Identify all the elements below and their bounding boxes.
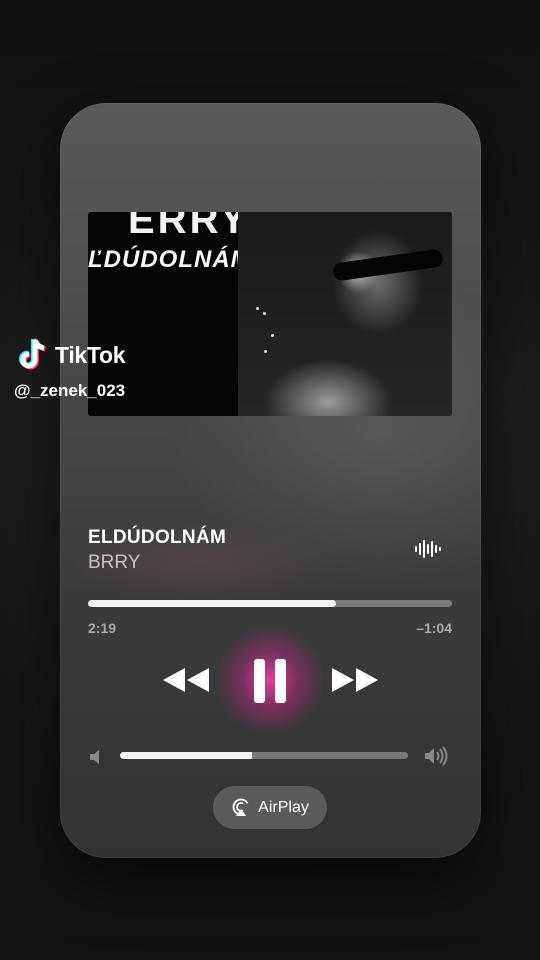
- elapsed-time: 2:19: [88, 620, 117, 636]
- playback-progress-fill: [88, 600, 336, 607]
- fast-forward-button[interactable]: [327, 658, 383, 702]
- playback-progress-bar[interactable]: [88, 600, 452, 607]
- volume-slider[interactable]: [120, 752, 408, 759]
- tiktok-username: @_zenek_023: [14, 381, 126, 400]
- fast-forward-icon: [332, 668, 378, 692]
- song-title: ELDÚDOLNÁM: [88, 527, 227, 548]
- tiktok-note-icon: [19, 338, 46, 370]
- artwork-top-letters: ERRY: [128, 212, 250, 242]
- airplay-button[interactable]: AirPlay: [213, 786, 327, 829]
- airplay-icon: [232, 798, 250, 816]
- remaining-time: –1:04: [416, 620, 452, 636]
- artist-name[interactable]: BRRY: [88, 552, 140, 574]
- waveform-icon[interactable]: [415, 539, 441, 559]
- speaker-high-icon: [424, 746, 450, 766]
- tiktok-watermark: TikTok: [17, 338, 126, 372]
- album-artwork: ERRY ĽDÚDOLNÁM: [88, 212, 452, 416]
- airplay-label: AirPlay: [258, 798, 309, 816]
- rewind-button[interactable]: [158, 658, 214, 702]
- artwork-photo: [238, 212, 452, 416]
- now-playing-card: ERRY ĽDÚDOLNÁM ELDÚDOLNÁM BRRY 2:19 –1:0…: [60, 103, 481, 858]
- rewind-icon: [163, 668, 209, 692]
- speaker-low-icon: [88, 749, 104, 765]
- pause-button[interactable]: [240, 651, 300, 711]
- pause-icon: [254, 659, 286, 703]
- tiktok-brand: TikTok: [55, 341, 126, 368]
- artwork-title-text: ĽDÚDOLNÁM: [88, 246, 252, 273]
- volume-fill: [120, 752, 253, 759]
